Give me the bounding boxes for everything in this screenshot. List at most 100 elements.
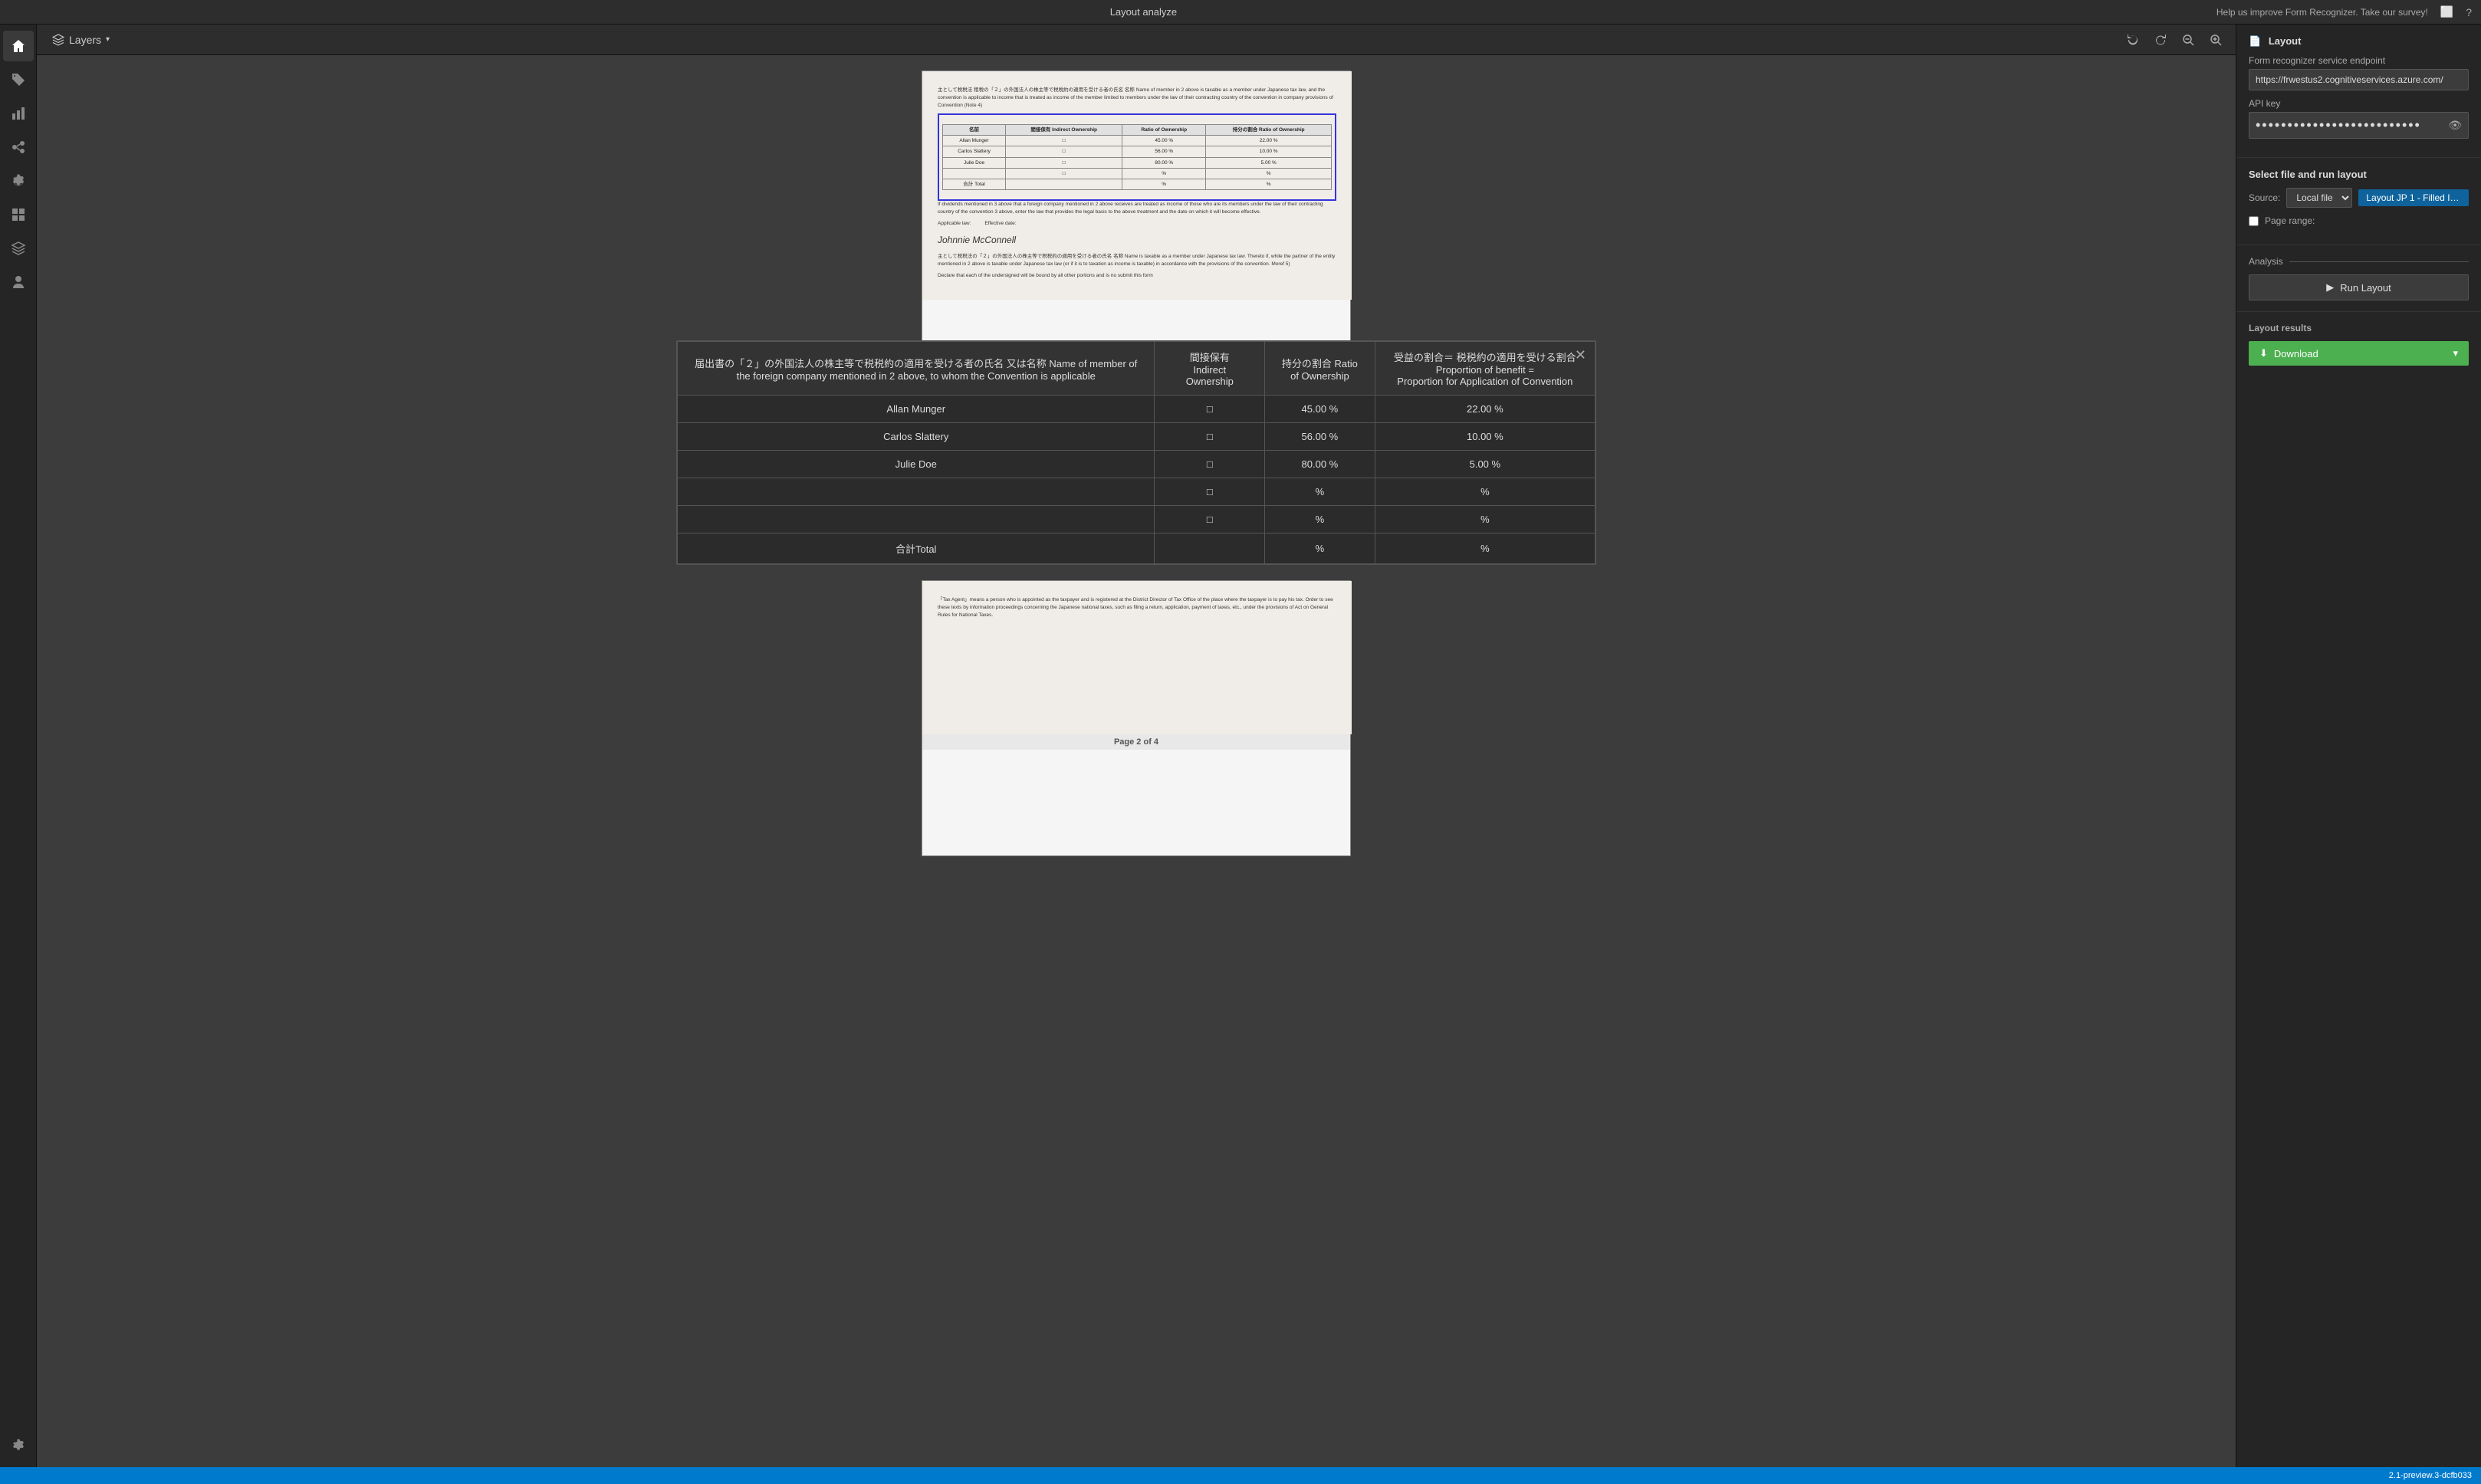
page-range-label: Page range: (2265, 215, 2315, 226)
cell-ratio: 80.00 % (1122, 157, 1206, 168)
page-number-label: Page 2 of 4 (922, 734, 1350, 750)
source-row: Source: Local file URL Layout JP 1 - Fil… (2249, 188, 2469, 208)
page-range-row: Page range: (2249, 215, 2469, 226)
page1-content: 主として税税法 租税の「２」の外国法人の株主等で税税約の適用を受ける者の氏名 名… (922, 71, 1352, 300)
overlay-cell-ratio-1: 45.00 % (1265, 396, 1375, 423)
overlay-col-header-proportion: 受益の割合＝ 税税約の適用を受ける割合 Proportion of benefi… (1375, 342, 1595, 396)
cell-indirect (1006, 179, 1122, 189)
page1-text-4: Declare that each of the undersigned wil… (938, 272, 1336, 280)
cell-indirect: □ (1006, 136, 1122, 146)
download-btn-left: ⬇ Download (2259, 347, 2318, 360)
page-range-checkbox[interactable] (2249, 216, 2259, 226)
api-key-input[interactable] (2249, 113, 2442, 138)
endpoint-input[interactable] (2249, 69, 2469, 90)
overlay-cell-name-4 (678, 478, 1155, 506)
cell-indirect: □ (1006, 146, 1122, 157)
layout-title: 📄 Layout (2249, 35, 2469, 48)
overlay-table-row-total: 合計Total % % (678, 534, 1595, 564)
cell-name: Carlos Slattery (943, 146, 1006, 157)
cell-ratio: % (1122, 168, 1206, 179)
sidebar-item-gear[interactable] (3, 1430, 34, 1461)
layout-results-label: Layout results (2249, 323, 2469, 333)
col-header-name: 名前 (943, 125, 1006, 136)
overlay-cell-indirect-5: □ (1155, 506, 1265, 534)
col-header-ratio: Ratio of Ownership (1122, 125, 1206, 136)
overlay-cell-name-5 (678, 506, 1155, 534)
cell-proportion: 10.00 % (1206, 146, 1332, 157)
status-bar: 2.1-preview.3-dcfb033 (0, 1467, 2481, 1484)
monitor-icon[interactable]: ⬜ (2440, 5, 2453, 18)
overlay-table-row: Julie Doe □ 80.00 % 5.00 % (678, 451, 1595, 478)
select-file-title: Select file and run layout (2249, 169, 2469, 180)
cell-ratio: 56.00 % (1122, 146, 1206, 157)
run-layout-button[interactable]: ▶ Run Layout (2249, 274, 2469, 300)
question-icon[interactable]: ? (2466, 6, 2472, 18)
layers-icon (52, 34, 64, 46)
app-title: Layout analyze (1110, 6, 1177, 18)
run-icon: ▶ (2326, 281, 2334, 294)
show-api-key-button[interactable]: 👁 (2442, 116, 2468, 135)
overlay-cell-proportion-2: 10.00 % (1375, 423, 1595, 451)
sidebar-item-home[interactable] (3, 31, 34, 61)
overlay-cell-ratio-3: 80.00 % (1265, 451, 1375, 478)
toolbar-left: Layers ▾ (46, 31, 2113, 49)
table-row: Julie Doe □ 80.00 % 5.00 % (943, 157, 1332, 168)
source-select[interactable]: Local file URL (2286, 188, 2352, 208)
overlay-table-row: Allan Munger □ 45.00 % 22.00 % (678, 396, 1595, 423)
file-name-display[interactable]: Layout JP 1 - Filled In.pdf (2358, 189, 2469, 206)
overlay-cell-proportion-1: 22.00 % (1375, 396, 1595, 423)
cell-indirect: □ (1006, 168, 1122, 179)
doc-page-1: 主として税税法 租税の「２」の外国法人の株主等で税税約の適用を受ける者の氏名 名… (922, 71, 1351, 346)
overlay-col-header-indirect: 間接保有IndirectOwnership (1155, 342, 1265, 396)
sidebar-item-tag[interactable] (3, 64, 34, 95)
overlay-cell-ratio-2: 56.00 % (1265, 423, 1375, 451)
page1-text-1: 主として税税法 租税の「２」の外国法人の株主等で税税約の適用を受ける者の氏名 名… (938, 87, 1336, 109)
overlay-table-row: Carlos Slattery □ 56.00 % 10.00 % (678, 423, 1595, 451)
download-icon: ⬇ (2259, 347, 2268, 360)
page2-content: 「Tax Agent」means a person who is appoint… (922, 581, 1352, 734)
signature: Johnnie McConnell (938, 234, 1336, 247)
overlay-cell-proportion-3: 5.00 % (1375, 451, 1595, 478)
sidebar-item-person[interactable] (3, 267, 34, 297)
overlay-cell-proportion-5: % (1375, 506, 1595, 534)
page2-text: 「Tax Agent」means a person who is appoint… (938, 596, 1336, 619)
layers-button[interactable]: Layers ▾ (46, 31, 116, 49)
overlay-cell-proportion-total: % (1375, 534, 1595, 564)
table-row: □ % % (943, 168, 1332, 179)
overlay-cell-total: 合計Total (678, 534, 1155, 564)
layers-label: Layers (69, 34, 101, 46)
overlay-cell-indirect-1: □ (1155, 396, 1265, 423)
zoom-out-button[interactable] (2177, 29, 2199, 51)
right-panel: 📄 Layout Form recognizer service endpoin… (2236, 25, 2481, 1467)
api-key-field: 👁 (2249, 112, 2469, 139)
cell-indirect: □ (1006, 157, 1122, 168)
download-chevron-icon: ▾ (2453, 347, 2458, 360)
sidebar-item-settings[interactable] (3, 166, 34, 196)
main-layout: Layers ▾ (0, 25, 2481, 1467)
table-row-total: 合計 Total % % (943, 179, 1332, 189)
cell-name (943, 168, 1006, 179)
zoom-in-button[interactable] (2205, 29, 2226, 51)
cell-proportion: % (1206, 179, 1332, 189)
cell-proportion: 5.00 % (1206, 157, 1332, 168)
page1-table: 名前 間接保有 Indirect Ownership Ratio of Owne… (942, 124, 1332, 190)
download-button[interactable]: ⬇ Download ▾ (2249, 341, 2469, 366)
analysis-section: Analysis ▶ Run Layout (2236, 245, 2481, 312)
content-area: Layers ▾ (37, 25, 2236, 1467)
version-text: 2.1-preview.3-dcfb033 (2389, 1471, 2472, 1480)
cell-name: Allan Munger (943, 136, 1006, 146)
undo-button[interactable] (2122, 29, 2144, 51)
table-row: Carlos Slattery □ 56.00 % 10.00 % (943, 146, 1332, 157)
sidebar-item-grid[interactable] (3, 199, 34, 230)
layout-results-section: Layout results ⬇ Download ▾ (2236, 312, 2481, 376)
sidebar-item-layers[interactable] (3, 233, 34, 264)
sidebar-item-chart[interactable] (3, 98, 34, 129)
close-icon[interactable]: ✕ (1575, 347, 1586, 363)
topbar-right: Help us improve Form Recognizer. Take ou… (2216, 5, 2472, 18)
overlay-col-header-ratio: 持分の割合 Ratioof Ownership (1265, 342, 1375, 396)
document-viewer[interactable]: 主として税税法 租税の「２」の外国法人の株主等で税税約の適用を受ける者の氏名 名… (37, 55, 2236, 1467)
layout-section: 📄 Layout Form recognizer service endpoin… (2236, 25, 2481, 158)
overlay-cell-indirect-3: □ (1155, 451, 1265, 478)
redo-button[interactable] (2150, 29, 2171, 51)
sidebar-item-connection[interactable] (3, 132, 34, 163)
